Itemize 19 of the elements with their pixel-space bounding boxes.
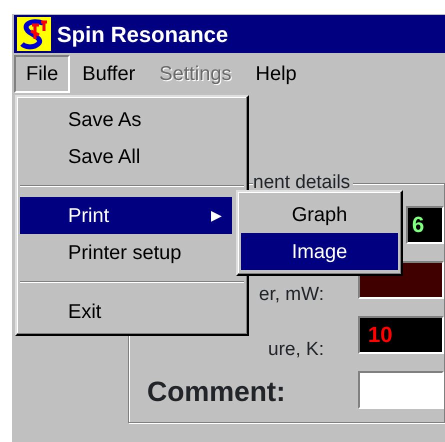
submenu-arrow-icon: ▶ [211, 205, 222, 226]
menu-item[interactable]: Save All [20, 138, 232, 175]
field-label: ure, K: [267, 340, 325, 360]
field-value: 10 [368, 322, 392, 347]
field-label: er, mW: [258, 285, 325, 305]
window-title: Spin Resonance [57, 20, 228, 49]
menu-item[interactable]: Image [241, 233, 398, 270]
menu-item[interactable]: Help [244, 55, 309, 93]
menu-item[interactable]: Printer setup [20, 234, 232, 271]
menu-item[interactable]: File [14, 55, 70, 93]
menu-item[interactable]: Buffer [70, 55, 148, 93]
menu-item[interactable]: Print ▶ [20, 197, 232, 234]
input-field[interactable] [358, 371, 444, 409]
app-logo-icon [17, 17, 51, 51]
menu-item[interactable]: Graph [241, 196, 398, 233]
field-label: Comment: [146, 375, 286, 409]
field-value: 6 [412, 212, 424, 237]
menu-item[interactable]: Save As [20, 101, 232, 138]
menu-item[interactable]: Exit [20, 293, 232, 330]
